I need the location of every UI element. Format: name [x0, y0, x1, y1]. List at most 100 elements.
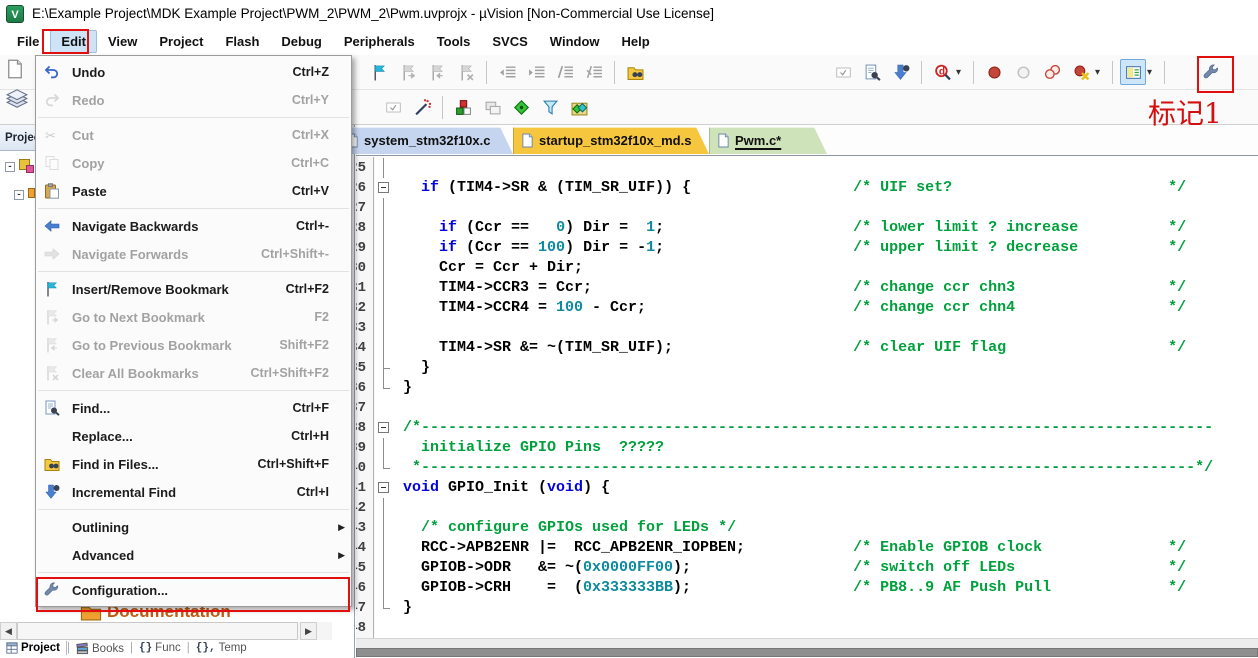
menu-item-clear-all-bookmarks[interactable]: Clear All BookmarksCtrl+Shift+F2 [36, 359, 351, 387]
menu-flash[interactable]: Flash [214, 30, 270, 53]
fold-collapse-icon[interactable] [374, 478, 394, 498]
line-number: 36 [356, 378, 366, 398]
bookmark-prev-button[interactable] [424, 59, 450, 85]
editor-bottom-strip [356, 638, 1258, 648]
menu-item-go-to-next-bookmark[interactable]: Go to Next BookmarkF2 [36, 303, 351, 331]
dropdown-caret-icon[interactable]: ▾ [956, 67, 966, 78]
target-combo-button[interactable] [380, 94, 406, 120]
code-editor[interactable]: 2526 if (TIM4->SR & (TIM_SR_UIF)) { /* U… [356, 157, 1258, 638]
breakpoint-disabled-button[interactable] [1010, 59, 1036, 85]
menu-separator [38, 509, 349, 510]
bookmark-next-button[interactable] [395, 59, 421, 85]
menu-item-replace[interactable]: Replace...Ctrl+H [36, 422, 351, 450]
tab-startup-stm32f10x-md-s[interactable]: startup_stm32f10x_md.s [513, 127, 709, 154]
scrollbar-thumb[interactable] [17, 622, 298, 640]
tree-collapse-icon[interactable]: - [14, 190, 24, 200]
find-all-button[interactable]: d [929, 59, 955, 85]
incremental-find-button[interactable] [888, 59, 914, 85]
menu-peripherals[interactable]: Peripherals [333, 30, 426, 53]
menu-item-cut[interactable]: ✂CutCtrl+X [36, 121, 351, 149]
manage-rte-button[interactable] [450, 94, 476, 120]
dropdown-caret-icon[interactable]: ▾ [1147, 67, 1157, 78]
panel-tab-project[interactable]: Project [0, 641, 67, 655]
dropdown-caret-icon[interactable]: ▾ [1095, 67, 1105, 78]
window-layout-button[interactable] [1120, 59, 1146, 85]
menu-tools[interactable]: Tools [426, 30, 482, 53]
title-bar: V E:\Example Project\MDK Example Project… [0, 0, 1258, 27]
menu-debug[interactable]: Debug [270, 30, 332, 53]
menu-item-copy[interactable]: CopyCtrl+C [36, 149, 351, 177]
tree-collapse-icon[interactable]: - [5, 162, 15, 172]
comment-button[interactable] [552, 59, 578, 85]
indent-right-button[interactable] [523, 59, 549, 85]
menu-separator [38, 572, 349, 573]
menu-item-redo[interactable]: RedoCtrl+Y [36, 86, 351, 114]
tab-pwm-c[interactable]: Pwm.c* [709, 127, 827, 154]
fold-marker [374, 158, 394, 178]
panel-tab-books[interactable]: Books [70, 641, 130, 656]
scroll-left-button[interactable]: ◀ [0, 622, 17, 640]
code-text: if (TIM4->SR & (TIM_SR_UIF)) { /* UIF se… [403, 178, 1186, 198]
uncomment-icon [586, 64, 603, 81]
breakpoint-insert-button[interactable] [981, 59, 1007, 85]
line-number: 44 [356, 538, 366, 558]
code-line-40: 40 *------------------------------------… [356, 458, 1258, 478]
pack-installer-button[interactable] [566, 94, 592, 120]
bookmark-clear-icon [44, 365, 60, 381]
menu-item-incremental-find[interactable]: Incremental FindCtrl+I [36, 478, 351, 506]
menu-item-undo[interactable]: UndoCtrl+Z [36, 58, 351, 86]
menu-item-outlining[interactable]: Outlining▶ [36, 513, 351, 541]
bookmark-clear-button[interactable] [453, 59, 479, 85]
editor-hscrollbar-thumb[interactable] [356, 648, 1258, 657]
menu-item-find[interactable]: Find...Ctrl+F [36, 394, 351, 422]
panel-tab-func[interactable]: {}Func [133, 641, 187, 655]
menu-window[interactable]: Window [539, 30, 611, 53]
menu-item-go-to-previous-bookmark[interactable]: Go to Previous BookmarkShift+F2 [36, 331, 351, 359]
menu-item-insert-remove-bookmark[interactable]: Insert/Remove BookmarkCtrl+F2 [36, 275, 351, 303]
menu-separator [38, 117, 349, 118]
debug-wand-button[interactable] [409, 94, 435, 120]
fold-collapse-icon[interactable] [374, 178, 394, 198]
tab-system-stm32f10x-c[interactable]: system_stm32f10x.c [338, 127, 513, 154]
bookmark-toggle-button[interactable] [366, 59, 392, 85]
uvision-logo-icon: V [6, 5, 24, 23]
breakpoint-kill-all-button[interactable] [1068, 59, 1094, 85]
code-line-38: 38/*------------------------------------… [356, 418, 1258, 438]
svg-text:d: d [938, 66, 944, 77]
line-number: 41 [356, 478, 366, 498]
doc-tab-icon [521, 133, 534, 148]
menu-item-advanced[interactable]: Advanced▶ [36, 541, 351, 569]
menu-view[interactable]: View [97, 30, 148, 53]
funnel-button[interactable] [537, 94, 563, 120]
menu-item-navigate-backwards[interactable]: Navigate BackwardsCtrl+- [36, 212, 351, 240]
stack-icon [5, 86, 29, 110]
pack-installer-icon [571, 99, 588, 116]
line-number: 37 [356, 398, 366, 418]
fold-collapse-icon[interactable] [374, 418, 394, 438]
code-line-44: 44 RCC->APB2ENR |= RCC_APB2ENR_IOPBEN; /… [356, 538, 1258, 558]
code-line-29: 29 if (Ccr == 100) Dir = -1; /* upper li… [356, 238, 1258, 258]
breakpoint-enable-all-button[interactable] [1039, 59, 1065, 85]
submenu-arrow-icon: ▶ [338, 550, 345, 561]
diamond-button[interactable] [508, 94, 534, 120]
find-button[interactable] [859, 59, 885, 85]
panel-tab-temp[interactable]: {},Temp [190, 641, 253, 655]
windows-copy-button[interactable] [479, 94, 505, 120]
uncomment-button[interactable] [581, 59, 607, 85]
menu-item-navigate-forwards[interactable]: Navigate ForwardsCtrl+Shift+- [36, 240, 351, 268]
menu-item-shortcut: Ctrl+I [297, 485, 329, 499]
project-panel-hscrollbar[interactable]: ◀ ▶ [0, 622, 332, 640]
menu-svcs[interactable]: SVCS [481, 30, 538, 53]
scroll-right-button[interactable]: ▶ [300, 622, 317, 640]
panel-splitter[interactable] [354, 125, 355, 658]
find-combo-button[interactable] [830, 59, 856, 85]
line-number: 43 [356, 518, 366, 538]
line-number: 32 [356, 298, 366, 318]
menu-help[interactable]: Help [611, 30, 661, 53]
menu-item-paste[interactable]: PasteCtrl+V [36, 177, 351, 205]
find-in-files-button[interactable] [622, 59, 648, 85]
indent-left-button[interactable] [494, 59, 520, 85]
undo-icon [44, 64, 60, 80]
menu-project[interactable]: Project [148, 30, 214, 53]
menu-item-find-in-files[interactable]: Find in Files...Ctrl+Shift+F [36, 450, 351, 478]
